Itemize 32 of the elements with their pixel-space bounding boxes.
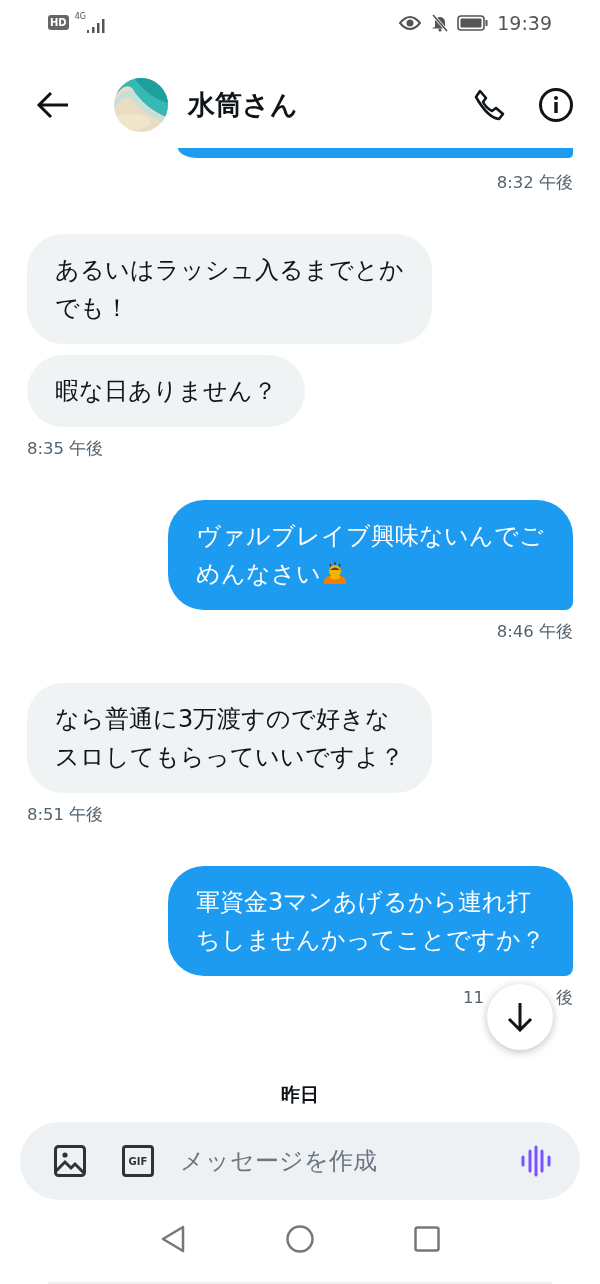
hd-badge: HD (48, 15, 69, 30)
signal-icon (85, 16, 108, 35)
voice-wave-icon[interactable] (520, 1145, 552, 1177)
timestamp: 8:46 午後 (496, 621, 573, 643)
muted-bell-icon (431, 13, 450, 32)
down-arrow-icon (507, 1002, 533, 1032)
contact-name: 水筒さん (188, 88, 299, 122)
network-label: 4G (74, 12, 86, 21)
scroll-down-button[interactable] (487, 984, 553, 1050)
back-arrow-icon[interactable] (36, 91, 70, 119)
clock-time: 19:39 (497, 11, 552, 34)
timestamp: 8:51 午後 (27, 804, 104, 826)
timestamp: 後 (556, 987, 573, 1009)
eye-icon (399, 15, 422, 30)
timestamp: 8:32 午後 (496, 172, 573, 194)
date-divider: 昨日 (281, 1083, 319, 1105)
phone-icon[interactable] (472, 88, 506, 122)
message-input[interactable]: メッセージを作成 (178, 1146, 520, 1176)
info-icon[interactable] (538, 87, 574, 123)
recents-nav-icon[interactable] (414, 1226, 440, 1252)
message-bubble: 暇な日ありません？ (27, 355, 305, 427)
message-bubble: 軍資金3マンあげるから連れ打ちしませんかってことですか？ (168, 866, 573, 976)
battery-icon (457, 14, 490, 31)
message-bubble: ヴァルブレイブ興味ないんでごめんなさい (168, 500, 573, 610)
message-bubble: なら普通に3万渡すので好きなスロしてもらっていいですよ？ (27, 683, 432, 793)
home-nav-icon[interactable] (286, 1225, 314, 1253)
timestamp: 8:35 午後 (27, 438, 104, 460)
timestamp: 11 (463, 987, 484, 1009)
gif-button[interactable]: GIF (122, 1145, 154, 1177)
back-nav-icon[interactable] (160, 1225, 186, 1253)
image-icon[interactable] (54, 1145, 86, 1177)
message-bubble: あるいはラッシュ入るまでとかでも！ (27, 234, 432, 344)
